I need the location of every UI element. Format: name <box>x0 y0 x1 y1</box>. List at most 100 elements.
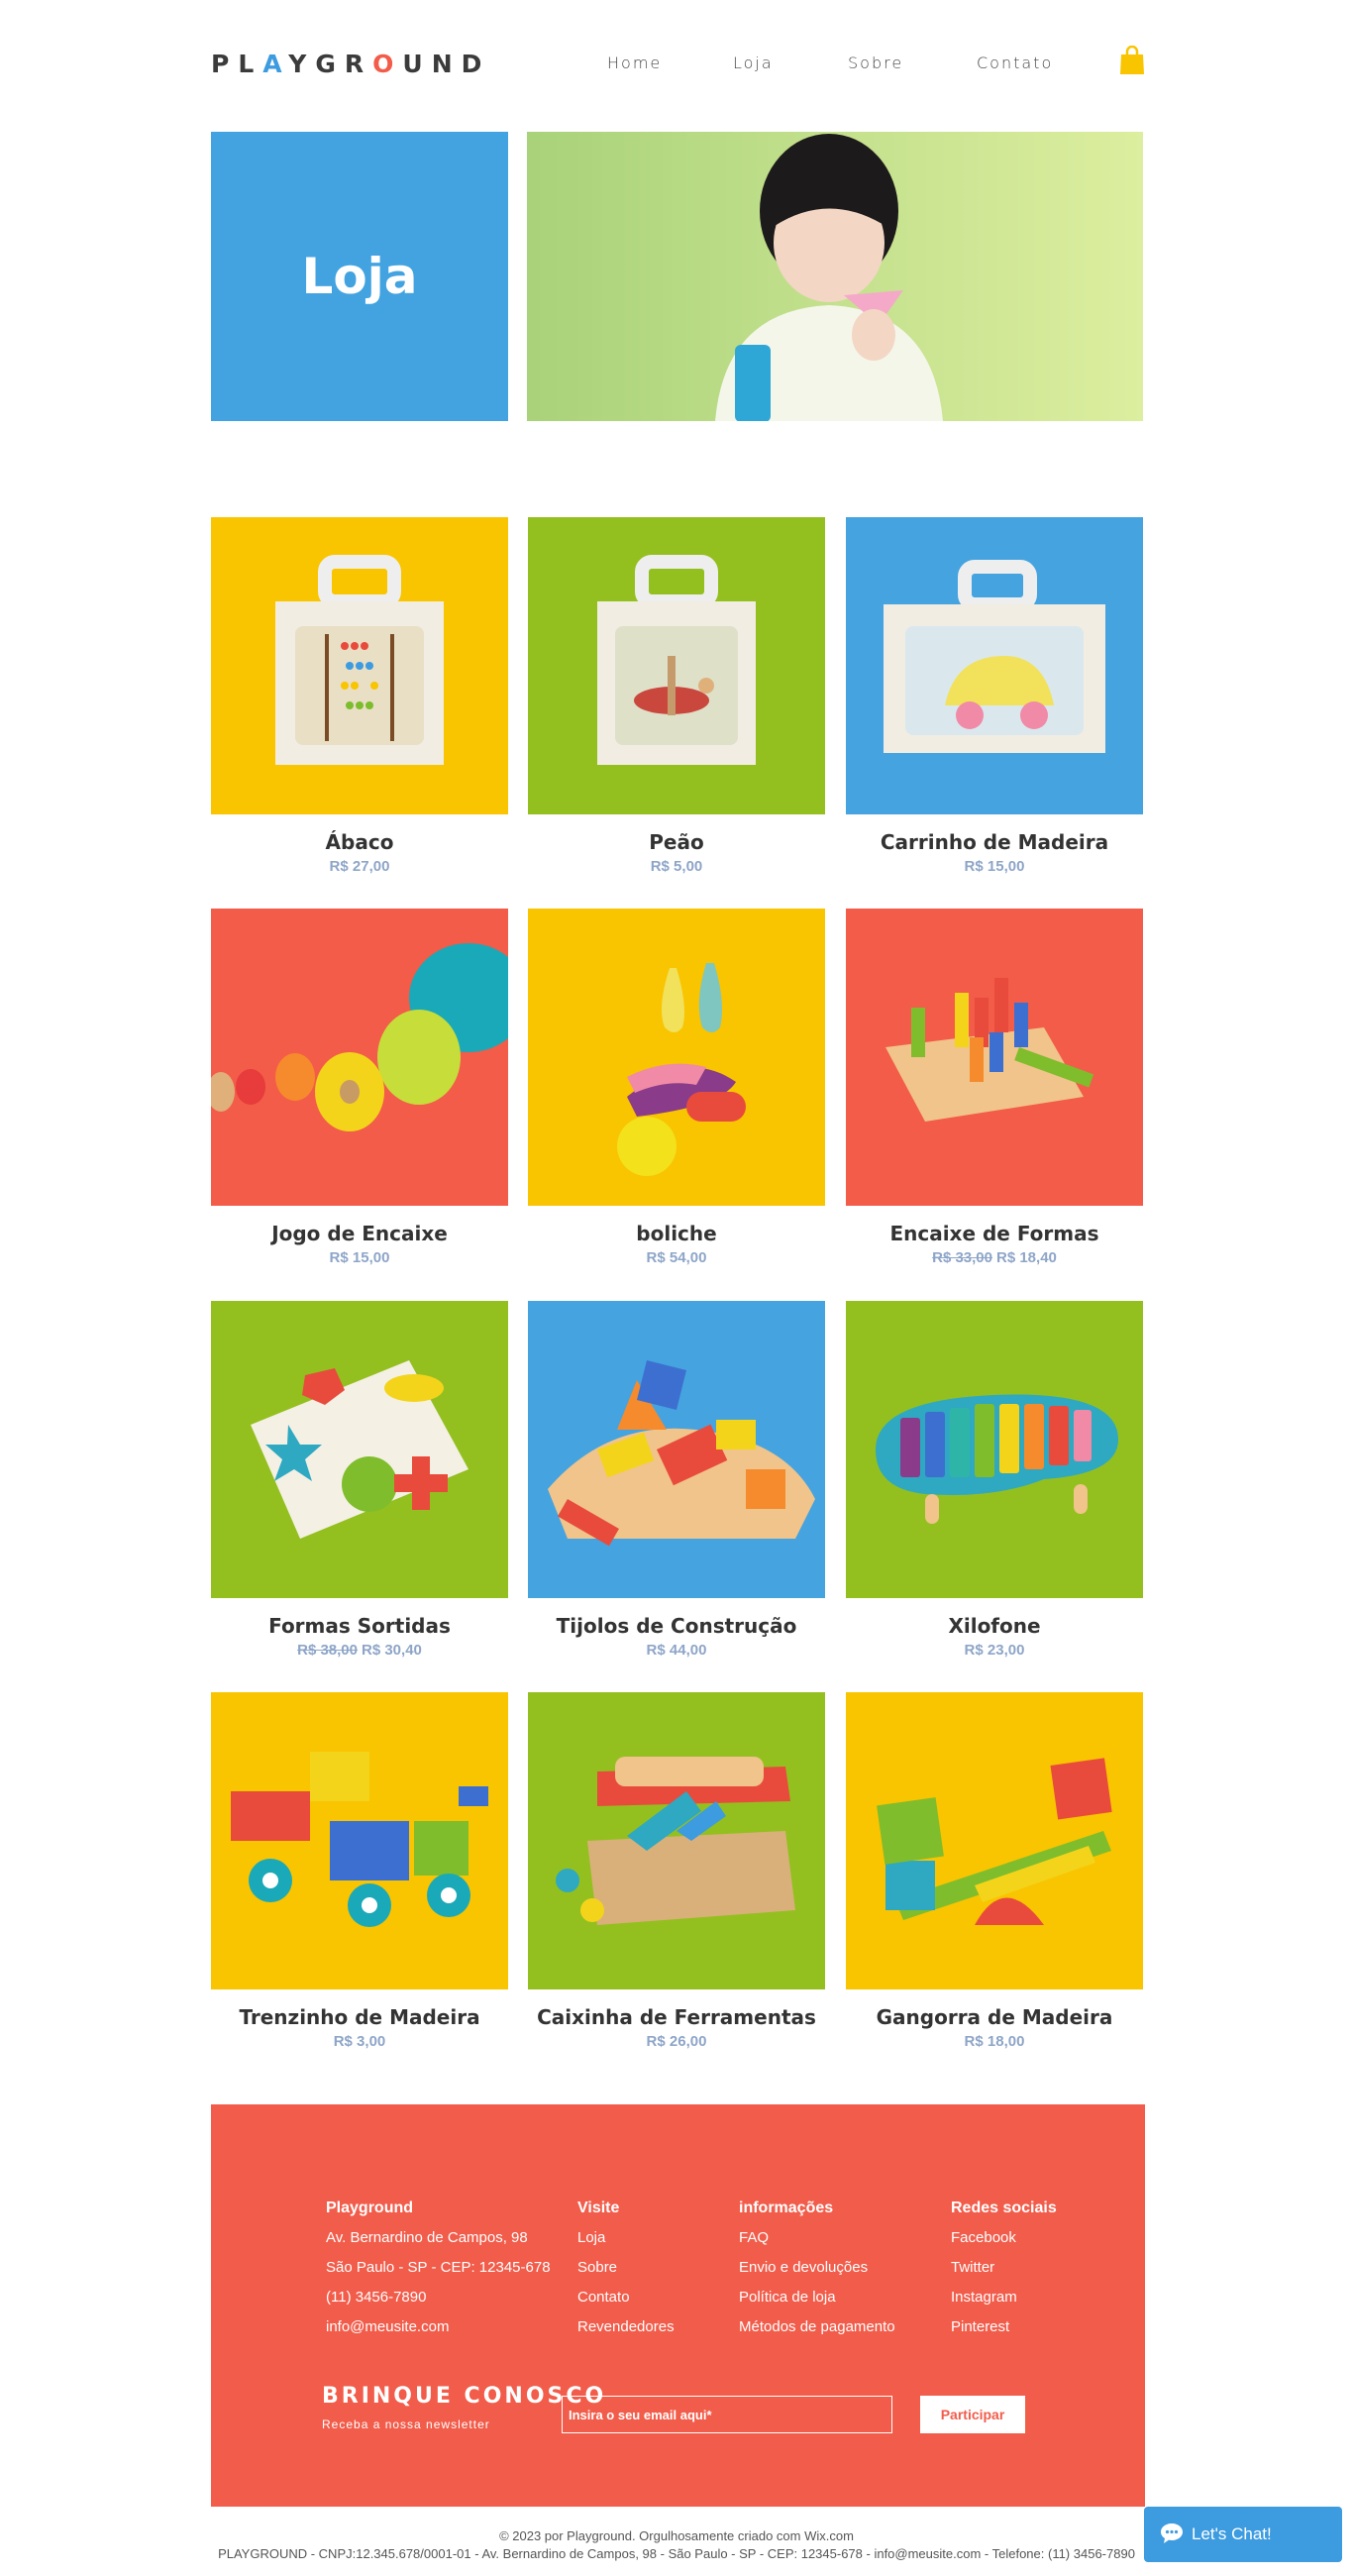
footer-link-revendedores[interactable]: Revendedores <box>577 2312 675 2342</box>
product-image[interactable] <box>846 517 1143 814</box>
product-card[interactable]: Xilofone R$ 23,00 <box>846 1301 1143 1659</box>
product-name[interactable]: Carrinho de Madeira <box>846 830 1143 854</box>
product-card[interactable]: Carrinho de Madeira R$ 15,00 <box>846 517 1143 875</box>
footer-visit: Visite Loja Sobre Contato Revendedores <box>577 2194 675 2342</box>
footer-title: Visite <box>577 2200 620 2216</box>
product-price: R$ 18,00 <box>846 2033 1143 2050</box>
site-footer: Playground Av. Bernardino de Campos, 98 … <box>211 2104 1145 2507</box>
product-card[interactable]: Peão R$ 5,00 <box>528 517 825 875</box>
product-current-price: R$ 18,00 <box>964 2033 1025 2050</box>
product-name[interactable]: Jogo de Encaixe <box>211 1222 508 1245</box>
product-card[interactable]: Gangorra de Madeira R$ 18,00 <box>846 1692 1143 2050</box>
product-image[interactable] <box>528 517 825 814</box>
nav-sobre[interactable]: Sobre <box>848 54 903 72</box>
footer-link-envio[interactable]: Envio e devoluções <box>739 2253 895 2283</box>
hero-image <box>527 132 1143 421</box>
logo-letter: O <box>372 50 403 78</box>
product-card[interactable]: Encaixe de Formas R$ 33,00 R$ 18,40 <box>846 909 1143 1266</box>
product-current-price: R$ 23,00 <box>964 1642 1025 1659</box>
product-price: R$ 3,00 <box>211 2033 508 2050</box>
footer-link-twitter[interactable]: Twitter <box>951 2253 1057 2283</box>
logo-letter: A <box>262 50 289 78</box>
product-price: R$ 5,00 <box>528 858 825 875</box>
footer-link-contato[interactable]: Contato <box>577 2283 675 2312</box>
product-current-price: R$ 5,00 <box>650 858 703 875</box>
footer-link-facebook[interactable]: Facebook <box>951 2223 1057 2253</box>
product-card[interactable]: Trenzinho de Madeira R$ 3,00 <box>211 1692 508 2050</box>
newsletter-subtitle: Receba a nossa newsletter <box>322 2417 490 2431</box>
product-current-price: R$ 30,40 <box>362 1642 422 1659</box>
footer-email-link[interactable]: info@meusite.com <box>326 2312 551 2342</box>
product-current-price: R$ 18,40 <box>996 1249 1057 1266</box>
product-price: R$ 26,00 <box>528 2033 825 2050</box>
product-image[interactable] <box>528 1301 825 1598</box>
product-image[interactable] <box>846 909 1143 1206</box>
footer-link-instagram[interactable]: Instagram <box>951 2283 1057 2312</box>
newsletter-submit-button[interactable]: Participar <box>920 2396 1025 2433</box>
footer-link-faq[interactable]: FAQ <box>739 2223 895 2253</box>
product-card[interactable]: Formas Sortidas R$ 38,00 R$ 30,40 <box>211 1301 508 1659</box>
product-price: R$ 33,00 R$ 18,40 <box>846 1249 1143 1266</box>
logo-letter: U <box>402 50 432 78</box>
chat-label: Let's Chat! <box>1192 2524 1272 2543</box>
product-name[interactable]: Formas Sortidas <box>211 1614 508 1638</box>
nav-loja[interactable]: Loja <box>733 54 774 72</box>
logo-letter: L <box>238 50 263 78</box>
footer-info: informações FAQ Envio e devoluções Polít… <box>739 2194 895 2342</box>
footer-contact: Playground Av. Bernardino de Campos, 98 … <box>326 2194 551 2342</box>
product-old-price: R$ 33,00 <box>932 1249 992 1266</box>
product-name[interactable]: Encaixe de Formas <box>846 1222 1143 1245</box>
product-price: R$ 44,00 <box>528 1642 825 1659</box>
product-current-price: R$ 27,00 <box>329 858 390 875</box>
product-card[interactable]: Ábaco R$ 27,00 <box>211 517 508 875</box>
product-current-price: R$ 26,00 <box>646 2033 707 2050</box>
product-name[interactable]: Peão <box>528 830 825 854</box>
footer-link-pinterest[interactable]: Pinterest <box>951 2312 1057 2342</box>
footer-phone: (11) 3456-7890 <box>326 2289 427 2306</box>
product-current-price: R$ 44,00 <box>646 1642 707 1659</box>
chat-widget-button[interactable]: Let's Chat! <box>1144 2507 1342 2562</box>
footer-social: Redes sociais Facebook Twitter Instagram… <box>951 2194 1057 2342</box>
product-card[interactable]: Jogo de Encaixe R$ 15,00 <box>211 909 508 1266</box>
product-image[interactable] <box>211 1301 508 1598</box>
footer-link-sobre[interactable]: Sobre <box>577 2253 675 2283</box>
product-image[interactable] <box>846 1301 1143 1598</box>
product-card[interactable]: Tijolos de Construção R$ 44,00 <box>528 1301 825 1659</box>
product-name[interactable]: Caixinha de Ferramentas <box>528 2005 825 2029</box>
footer-link-loja[interactable]: Loja <box>577 2223 675 2253</box>
product-name[interactable]: boliche <box>528 1222 825 1245</box>
chat-bubble-icon <box>1160 2522 1184 2549</box>
footer-link-politica[interactable]: Política de loja <box>739 2283 895 2312</box>
product-current-price: R$ 15,00 <box>964 858 1025 875</box>
footer-link-pagamento[interactable]: Métodos de pagamento <box>739 2312 895 2342</box>
product-image[interactable] <box>846 1692 1143 1989</box>
nav-home[interactable]: Home <box>607 54 662 72</box>
hero-banner: Loja <box>211 132 508 421</box>
footer-title: informações <box>739 2200 834 2216</box>
product-name[interactable]: Xilofone <box>846 1614 1143 1638</box>
shopping-bag-icon[interactable] <box>1119 45 1145 75</box>
product-card[interactable]: Caixinha de Ferramentas R$ 26,00 <box>528 1692 825 2050</box>
product-name[interactable]: Tijolos de Construção <box>528 1614 825 1638</box>
product-name[interactable]: Gangorra de Madeira <box>846 2005 1143 2029</box>
product-card[interactable]: boliche R$ 54,00 <box>528 909 825 1266</box>
product-price: R$ 23,00 <box>846 1642 1143 1659</box>
site-logo[interactable]: PLAYGROUND <box>211 50 490 78</box>
footer-title: Redes sociais <box>951 2200 1057 2216</box>
product-image[interactable] <box>528 1692 825 1989</box>
logo-letter: R <box>344 50 373 78</box>
product-image[interactable] <box>211 909 508 1206</box>
product-name[interactable]: Ábaco <box>211 830 508 854</box>
product-current-price: R$ 15,00 <box>329 1249 390 1266</box>
product-old-price: R$ 38,00 <box>297 1642 358 1659</box>
product-image[interactable] <box>211 517 508 814</box>
footer-title: Playground <box>326 2200 414 2216</box>
product-image[interactable] <box>528 909 825 1206</box>
footer-address: Av. Bernardino de Campos, 98 <box>326 2229 528 2246</box>
nav-contato[interactable]: Contato <box>977 54 1053 72</box>
logo-letter: P <box>211 50 239 78</box>
newsletter-email-input[interactable] <box>562 2396 892 2433</box>
product-name[interactable]: Trenzinho de Madeira <box>211 2005 508 2029</box>
product-current-price: R$ 3,00 <box>333 2033 386 2050</box>
product-image[interactable] <box>211 1692 508 1989</box>
